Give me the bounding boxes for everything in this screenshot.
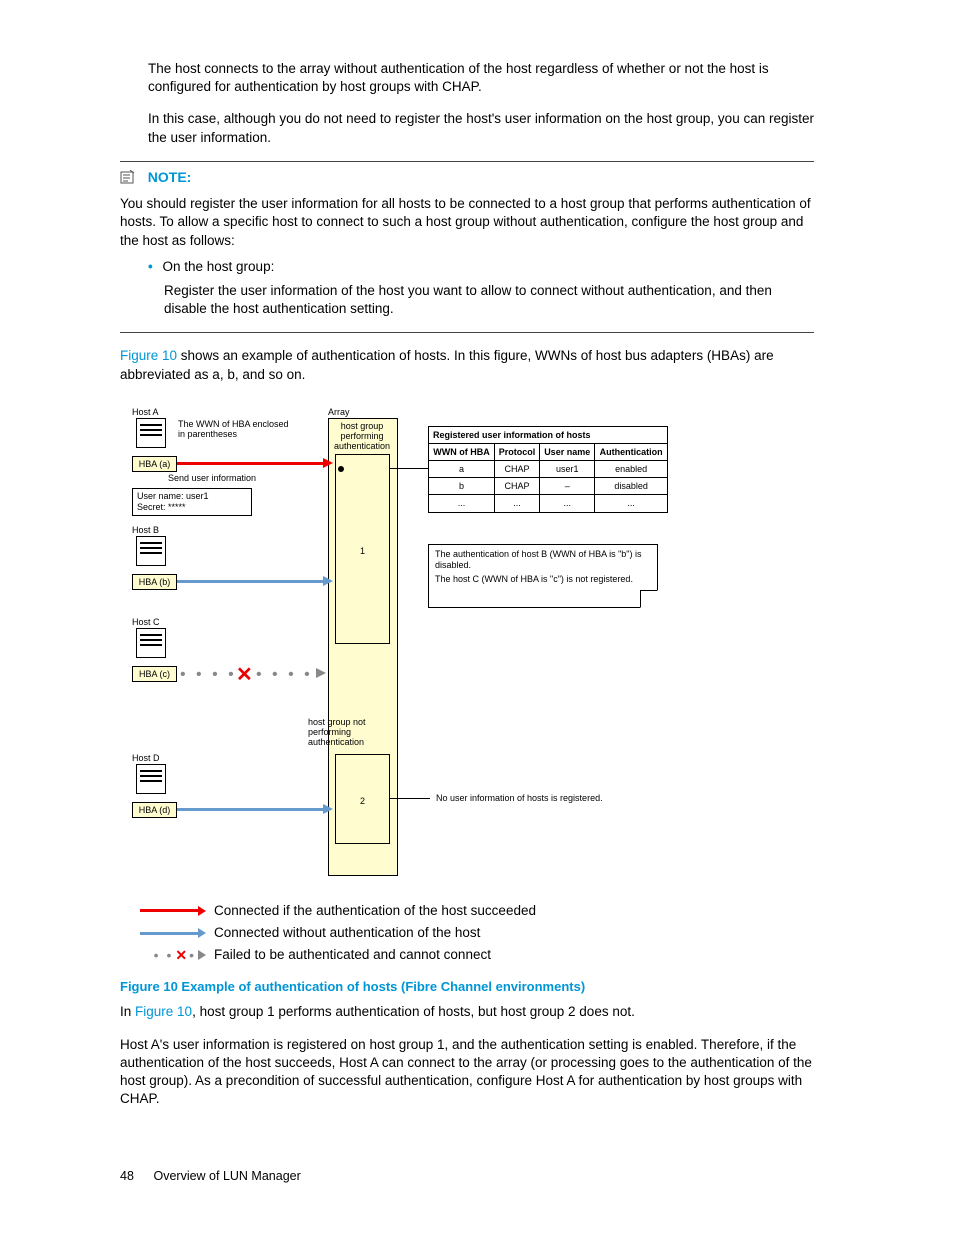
table-title: Registered user information of hosts bbox=[429, 426, 668, 443]
figure-10-link-2[interactable]: Figure 10 bbox=[135, 1004, 192, 1019]
user-info-table: Registered user information of hosts WWN… bbox=[428, 426, 668, 513]
no-user-label: No user information of hosts is register… bbox=[436, 794, 603, 804]
user-name: User name: user1 bbox=[137, 491, 247, 502]
note-icon bbox=[120, 170, 136, 189]
col-auth: Authentication bbox=[595, 443, 668, 460]
wwn-note: The WWN of HBA enclosed in parentheses bbox=[178, 420, 298, 440]
arrow-a bbox=[323, 458, 333, 468]
conn-dot-a bbox=[338, 466, 344, 472]
callout-table bbox=[390, 468, 428, 469]
hba-d: HBA (d) bbox=[132, 802, 177, 818]
hostD-label: Host D bbox=[132, 754, 160, 764]
col-wwn: WWN of HBA bbox=[429, 443, 495, 460]
after-note-para: Figure 10 shows an example of authentica… bbox=[120, 347, 814, 383]
bullet-dot-icon: • bbox=[148, 259, 153, 274]
col-user: User name bbox=[540, 443, 595, 460]
send-info: Send user information bbox=[168, 474, 256, 484]
figure-10-link[interactable]: Figure 10 bbox=[120, 348, 177, 363]
hostC-box bbox=[136, 628, 166, 658]
body2-p1a: In bbox=[120, 1004, 135, 1019]
legend: Connected if the authentication of the h… bbox=[140, 898, 560, 969]
legend1: Connected if the authentication of the h… bbox=[214, 902, 536, 920]
page-number: 48 bbox=[120, 1168, 150, 1185]
table-row: b CHAP – disabled bbox=[429, 478, 668, 495]
secret: Secret: ***** bbox=[137, 502, 247, 513]
footer-title: Overview of LUN Manager bbox=[153, 1169, 300, 1183]
note-body: You should register the user information… bbox=[120, 195, 814, 250]
figure-10: Array host group performing authenticati… bbox=[128, 408, 688, 968]
table-row: ... ... ... ... bbox=[429, 495, 668, 512]
body2-p1: In Figure 10, host group 1 performs auth… bbox=[120, 1003, 814, 1021]
note-label: NOTE: bbox=[148, 169, 192, 185]
fold-icon bbox=[640, 590, 658, 608]
table-row: a CHAP user1 enabled bbox=[429, 461, 668, 478]
arrow-d bbox=[323, 804, 333, 814]
after-note-rest: shows an example of authentication of ho… bbox=[120, 348, 774, 381]
figure-caption: Figure 10 Example of authentication of h… bbox=[120, 978, 814, 996]
note-bullet: • On the host group: bbox=[148, 258, 814, 276]
hg1-box: 1 bbox=[335, 454, 390, 644]
line-blue-d bbox=[177, 808, 325, 811]
hostC-label: Host C bbox=[132, 618, 160, 628]
hba-b: HBA (b) bbox=[132, 574, 177, 590]
note-rule-bottom bbox=[120, 332, 814, 333]
dots-c-left: • • • • bbox=[180, 664, 237, 686]
hg-not-label: host group not performing authentication bbox=[308, 718, 386, 748]
figure-note1: The authentication of host B (WWN of HBA… bbox=[435, 549, 651, 571]
intro-p1: The host connects to the array without a… bbox=[148, 60, 814, 96]
hg1-num: 1 bbox=[336, 545, 389, 557]
figure-note-box: The authentication of host B (WWN of HBA… bbox=[428, 544, 658, 608]
line-blue-b bbox=[177, 580, 325, 583]
array-label: Array bbox=[328, 408, 350, 418]
note-bullet-text: On the host group: bbox=[163, 259, 275, 274]
hba-c: HBA (c) bbox=[132, 666, 177, 682]
user-info-box: User name: user1 Secret: ***** bbox=[132, 488, 252, 516]
arrow-b bbox=[323, 576, 333, 586]
hg-perf-label: host group performing authentication bbox=[334, 422, 390, 452]
hostA-box bbox=[136, 418, 166, 448]
legend3: Failed to be authenticated and cannot co… bbox=[214, 946, 491, 964]
body2-p2: Host A's user information is registered … bbox=[120, 1036, 814, 1109]
hg2-num: 2 bbox=[336, 795, 389, 807]
line-red-a bbox=[177, 462, 325, 465]
hg2-box: 2 bbox=[335, 754, 390, 844]
intro-p2: In this case, although you do not need t… bbox=[148, 110, 814, 146]
body2-p1b: , host group 1 performs authentication o… bbox=[192, 1004, 635, 1019]
hostD-box bbox=[136, 764, 166, 794]
callout-hg2 bbox=[390, 798, 430, 799]
footer: 48 Overview of LUN Manager bbox=[120, 1168, 814, 1185]
figure-note2: The host C (WWN of HBA is "c") is not re… bbox=[435, 574, 651, 585]
legend2: Connected without authentication of the … bbox=[214, 924, 480, 942]
x-mark-c: ✕ bbox=[236, 662, 253, 689]
note-bullet-body: Register the user information of the hos… bbox=[164, 282, 814, 318]
arrow-c bbox=[316, 668, 326, 678]
hostA-label: Host A bbox=[132, 408, 159, 418]
hba-a: HBA (a) bbox=[132, 456, 177, 472]
hostB-label: Host B bbox=[132, 526, 159, 536]
note-rule-top bbox=[120, 161, 814, 162]
hostB-box bbox=[136, 536, 166, 566]
dots-c-right: • • • • bbox=[256, 664, 313, 686]
col-proto: Protocol bbox=[494, 443, 539, 460]
